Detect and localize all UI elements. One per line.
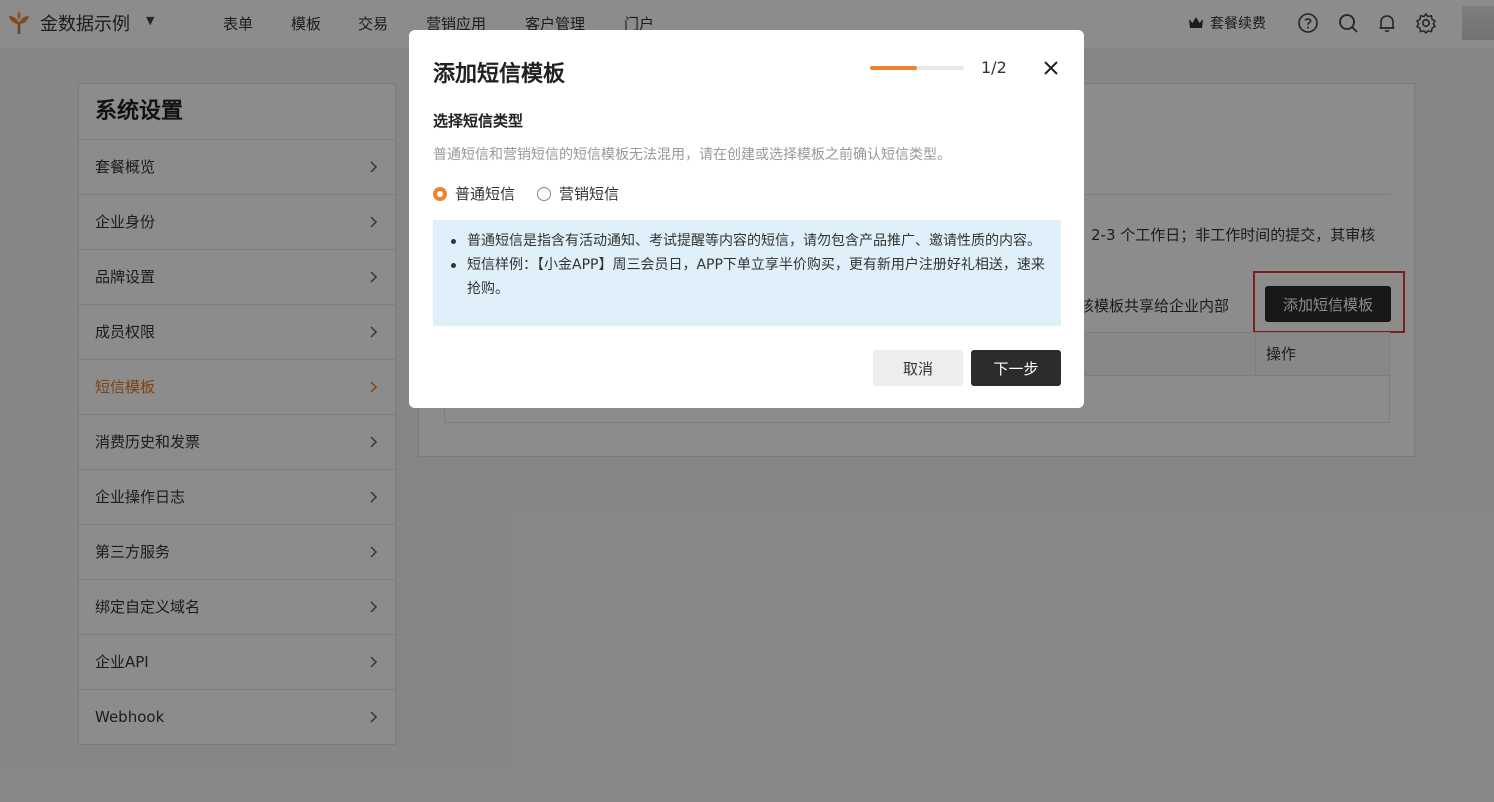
step-indicator: 1/2 [981, 58, 1007, 77]
info-item: 普通短信是指含有活动通知、考试提醒等内容的短信，请勿包含产品推广、邀请性质的内容… [449, 229, 1047, 253]
cancel-button[interactable]: 取消 [873, 350, 963, 386]
radio-marketing-label: 营销短信 [559, 185, 620, 203]
radio-normal-sms[interactable]: 普通短信 [433, 183, 515, 204]
section-description: 普通短信和营销短信的短信模板无法混用，请在创建或选择模板之前确认短信类型。 [433, 147, 951, 163]
next-step-button[interactable]: 下一步 [971, 350, 1061, 386]
radio-unselected-icon[interactable] [537, 186, 552, 201]
close-icon[interactable] [1041, 58, 1061, 78]
step-progress-fill [870, 66, 917, 70]
sms-type-radio-group: 普通短信 营销短信 [433, 183, 641, 204]
section-title: 选择短信类型 [433, 112, 524, 130]
sms-info-box: 普通短信是指含有活动通知、考试提醒等内容的短信，请勿包含产品推广、邀请性质的内容… [433, 220, 1061, 326]
radio-marketing-sms[interactable]: 营销短信 [537, 183, 619, 204]
radio-normal-label: 普通短信 [455, 185, 516, 203]
dialog-title: 添加短信模板 [433, 62, 566, 87]
radio-selected-icon[interactable] [433, 186, 447, 201]
add-sms-template-dialog: 添加短信模板 1/2 选择短信类型 普通短信和营销短信的短信模板无法混用，请在创… [409, 30, 1084, 408]
info-item: 短信样例：【小金APP】周三会员日，APP下单立享半价购买，更有新用户注册好礼相… [449, 253, 1047, 301]
step-progress-bar [870, 66, 964, 70]
